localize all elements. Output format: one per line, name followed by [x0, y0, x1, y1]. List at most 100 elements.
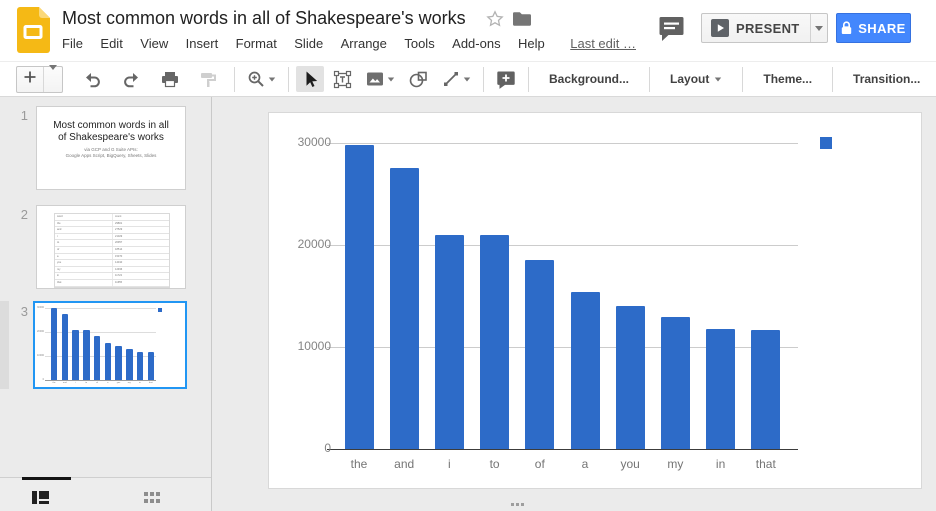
x-tick-label: to	[81, 382, 91, 384]
transition-button[interactable]: Transition...	[840, 72, 933, 86]
line-tool-button[interactable]	[437, 66, 476, 92]
mini-table-cell: 11655	[113, 280, 169, 286]
menu-arrange[interactable]: Arrange	[341, 36, 387, 51]
x-tick-label: i	[71, 382, 81, 384]
text-box-button[interactable]	[328, 66, 357, 92]
filmstrip-panel: 1 Most common words in all of Shakespear…	[0, 97, 212, 511]
active-view-indicator	[22, 477, 71, 480]
bar-of	[525, 260, 554, 449]
theme-button[interactable]: Theme...	[750, 72, 825, 86]
mini-table-cell: 27529	[113, 227, 169, 233]
line-icon	[442, 70, 460, 88]
mini-table-cell: 12936	[113, 267, 169, 273]
shape-tool-button[interactable]	[404, 66, 433, 92]
present-dropdown-button[interactable]	[811, 14, 827, 42]
bar-in	[706, 329, 735, 449]
filmstrip-view-icon	[32, 491, 49, 504]
plus-icon	[23, 70, 37, 84]
slide-2-mini-table: wordcountthe29801and27529i21029to20957of…	[54, 213, 170, 288]
menu-slide[interactable]: Slide	[294, 36, 323, 51]
insert-image-button[interactable]	[361, 66, 400, 92]
undo-button[interactable]	[78, 66, 107, 92]
bar-and	[62, 314, 69, 380]
mini-table-row: of18514	[55, 247, 169, 254]
grid-view-button[interactable]	[140, 488, 164, 506]
x-tick-label: a	[563, 457, 608, 471]
mini-table-cell: i	[55, 234, 113, 240]
editing-area: 0100002000030000theanditoofayoumyinthat	[212, 97, 936, 511]
x-tick-label: of	[92, 382, 102, 384]
comments-icon[interactable]	[658, 16, 686, 42]
notes-resize-handle[interactable]	[511, 503, 524, 506]
chevron-down-icon	[815, 26, 823, 31]
text-box-icon	[333, 70, 352, 89]
print-button[interactable]	[156, 66, 184, 92]
view-toggle-bar	[0, 477, 211, 511]
x-tick-label: in	[135, 382, 145, 384]
bar-a	[105, 343, 112, 380]
divider	[288, 67, 289, 92]
paint-roller-icon	[199, 71, 217, 88]
present-button[interactable]: PRESENT	[702, 14, 810, 42]
bar-i	[72, 330, 79, 380]
menu-file[interactable]: File	[62, 36, 83, 51]
redo-button[interactable]	[117, 66, 146, 92]
toolbar: Background... Layout Theme... Transition…	[0, 61, 936, 97]
bar-chart[interactable]: 0100002000030000theanditoofayoumyinthat	[269, 113, 921, 488]
cursor-icon	[301, 70, 319, 88]
menu-view[interactable]: View	[140, 36, 168, 51]
divider	[649, 67, 650, 92]
x-tick-label: my	[124, 382, 134, 384]
slide-3-thumbnail[interactable]: 0100002000030000theanditoofayoumyinthat	[33, 301, 187, 389]
menu-edit[interactable]: Edit	[100, 36, 122, 51]
chevron-down-icon	[715, 77, 721, 81]
slide-1-number: 1	[10, 108, 28, 123]
zoom-button[interactable]	[242, 66, 281, 92]
slide-1-thumbnail[interactable]: Most common words in all of Shakespeare'…	[36, 106, 186, 190]
menu-tools[interactable]: Tools	[404, 36, 434, 51]
x-tick-label: and	[382, 457, 427, 471]
slides-logo-icon[interactable]	[15, 6, 51, 54]
divider	[528, 67, 529, 92]
print-icon	[161, 71, 179, 88]
mini-table-cell: and	[55, 227, 113, 233]
y-tick-label: 10000	[279, 339, 331, 355]
x-tick-label: that	[743, 457, 788, 471]
bar-of	[94, 336, 101, 380]
new-slide-dropdown[interactable]	[44, 70, 62, 88]
last-edit-link[interactable]: Last edit …	[570, 36, 636, 51]
play-icon	[711, 19, 729, 37]
slide-1-subtitle: via GCP and G Suite APIs: Google Apps Sc…	[37, 147, 185, 159]
insert-comment-button[interactable]	[491, 66, 521, 92]
background-button[interactable]: Background...	[536, 72, 642, 86]
y-tick-label: 20000	[36, 330, 44, 333]
paint-format-button[interactable]	[194, 66, 222, 92]
mini-table-cell: 20957	[113, 240, 169, 246]
layout-button[interactable]: Layout	[657, 72, 735, 86]
slide-canvas[interactable]: 0100002000030000theanditoofayoumyinthat	[268, 112, 922, 489]
mini-table-cell: that	[55, 280, 113, 286]
menu-format[interactable]: Format	[236, 36, 277, 51]
menu-help[interactable]: Help	[518, 36, 545, 51]
document-title[interactable]: Most common words in all of Shakespeare'…	[62, 8, 466, 29]
legend-swatch	[820, 137, 832, 149]
bar-i	[435, 235, 464, 449]
star-icon[interactable]	[486, 10, 504, 28]
y-tick-label: 10000	[36, 354, 44, 357]
mini-table-row: to20957	[55, 240, 169, 247]
menu-insert[interactable]: Insert	[186, 36, 219, 51]
share-button[interactable]: SHARE	[836, 13, 911, 43]
menu-addons[interactable]: Add-ons	[452, 36, 500, 51]
mini-table-row: you14010	[55, 260, 169, 267]
mini-table-cell: you	[55, 260, 113, 266]
selected-slide-marker	[0, 301, 9, 389]
zoom-in-icon	[247, 70, 265, 88]
bar-the	[345, 145, 374, 449]
slide-2-thumbnail[interactable]: wordcountthe29801and27529i21029to20957of…	[36, 205, 186, 289]
new-slide-button[interactable]	[16, 66, 63, 93]
mini-table-row: i21029	[55, 234, 169, 241]
select-tool-button[interactable]	[296, 66, 324, 92]
move-folder-icon[interactable]	[512, 11, 532, 27]
divider	[483, 67, 484, 92]
filmstrip-view-button[interactable]	[28, 488, 52, 506]
